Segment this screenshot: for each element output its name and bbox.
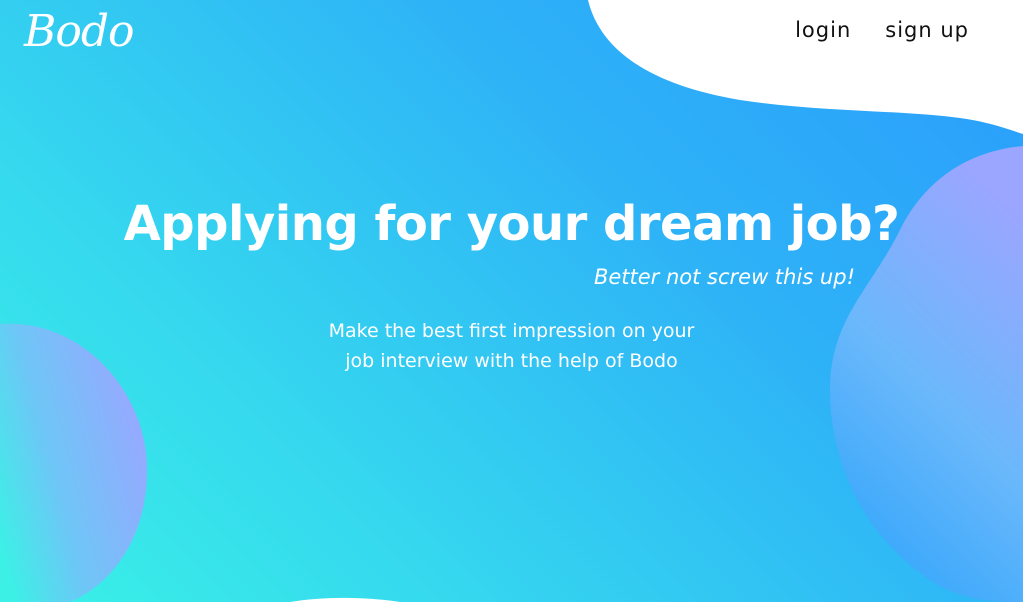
hero-description-line-1: Make the best first impression on your <box>328 320 695 342</box>
hero-tagline: Better not screw this up! <box>593 265 855 289</box>
brand-logo[interactable]: Bodo <box>24 6 134 57</box>
hero-headline: Applying for your dream job? <box>123 196 900 252</box>
hero-description-line-2: job interview with the help of Bodo <box>345 350 678 372</box>
hero-description: Make the best first impression on your j… <box>0 316 1023 376</box>
login-link[interactable]: login <box>795 18 851 42</box>
bottom-white-wave <box>290 597 400 602</box>
background-decoration <box>0 0 1023 602</box>
signup-link[interactable]: sign up <box>885 18 969 42</box>
top-nav: login sign up <box>795 18 969 42</box>
